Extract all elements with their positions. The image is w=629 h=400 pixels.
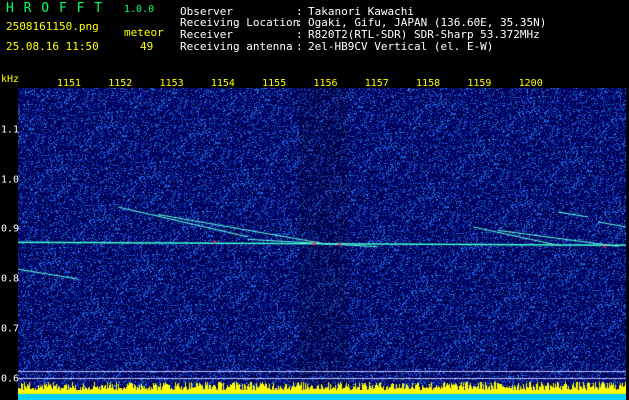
x-tick-label: 1159: [467, 78, 492, 89]
app-version: 1.0.0: [124, 4, 155, 15]
x-tick-label: 1153: [159, 78, 184, 89]
x-tick-label: 1155: [262, 78, 287, 89]
y-tick-label: 0.8: [1, 273, 20, 285]
file-name: 2508161150.png: [6, 20, 99, 33]
date-time: 25.08.16 11:50: [6, 40, 99, 53]
y-tick-label: 1.1: [1, 124, 20, 136]
x-tick-label: 1154: [210, 78, 235, 89]
x-tick-label: 1151: [56, 78, 82, 89]
app-title: H R O F F T: [6, 1, 104, 16]
meteor-count-value: 49: [140, 40, 154, 53]
info-label-antenna: Receiving antenna: [180, 40, 293, 53]
x-tick-label: 1158: [416, 78, 441, 89]
x-tick-label: 1156: [313, 78, 338, 89]
spectrogram-overlay: [18, 88, 626, 400]
y-axis-label: kHz: [1, 74, 20, 85]
info-value-antenna: 2el-HB9CV Vertical (el. E-W): [308, 40, 494, 53]
x-tick-label: 1157: [364, 78, 389, 89]
x-tick-label: 1152: [108, 78, 133, 89]
y-tick-label: 1.0: [1, 174, 20, 186]
y-tick-label: 0.7: [1, 323, 20, 335]
info-sep-antenna: :: [296, 40, 303, 53]
y-tick-label: 0.9: [1, 223, 20, 235]
meteor-count-label: meteor: [124, 26, 164, 39]
y-tick-label: 0.6: [1, 373, 20, 384]
x-tick-label: 1200: [518, 78, 543, 89]
hrofft-window: H R O F F T 1.0.0 2508161150.png 25.08.1…: [0, 0, 629, 400]
